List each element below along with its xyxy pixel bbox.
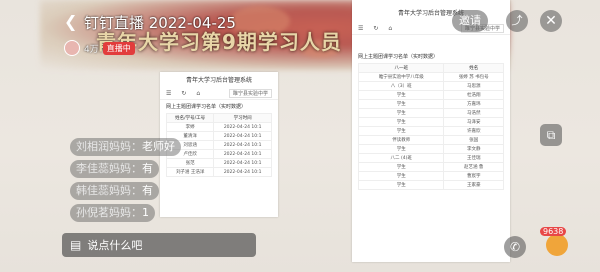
- host-info: 4万 直播中: [64, 40, 135, 56]
- table-cell: 学生: [357, 180, 445, 190]
- table-cell: 2022-04-24 10:1: [213, 149, 272, 159]
- stream-title: 钉钉直播 2022-04-25: [84, 14, 236, 32]
- top-bar: ❮ 钉钉直播 2022-04-25 4万 直播中 邀请 ⤴ ✕: [0, 0, 600, 56]
- chat-message: 韩佳蕊妈妈：有: [70, 182, 159, 200]
- table-cell: 李文静: [443, 144, 504, 154]
- doc-table: 姓名/学号/工号 学习时间 李婷 2022-04-24 10:1 董清洋 2022-0…: [165, 113, 272, 177]
- chevron-left-icon[interactable]: ❮: [64, 12, 77, 31]
- column-header: 学习时间: [213, 113, 272, 123]
- table-cell: 马泽安: [443, 117, 504, 127]
- column-header: 姓名: [443, 63, 504, 73]
- chat-text: 1: [142, 206, 149, 219]
- thumbs-up-icon[interactable]: [546, 234, 568, 256]
- invite-button[interactable]: 邀请: [452, 10, 488, 32]
- table-row: 学生 杜浩翔: [357, 90, 504, 100]
- table-cell: 2022-04-24 10:1: [213, 131, 272, 141]
- comment-input[interactable]: ▤ 说点什么吧: [62, 233, 256, 257]
- doc-title: 青年大学习后台管理系统: [185, 77, 252, 84]
- table-row: 刘思涵 2022-04-24 10:1: [165, 140, 272, 150]
- table-cell: 王家豪: [443, 180, 504, 190]
- chat-message: 李佳蕊妈妈：有: [70, 160, 159, 178]
- table-row: 董清洋 2022-04-24 10:1: [165, 131, 272, 141]
- chat-text: 有: [142, 184, 153, 197]
- table-cell: 学生: [357, 171, 445, 181]
- school-select: 睢宁县实验中学: [228, 88, 272, 98]
- table-row: 八二 (4)班 王佳瑞: [357, 153, 504, 163]
- table-row: 学生 马泽安: [357, 117, 504, 127]
- table-cell: 杜浩翔: [443, 90, 504, 100]
- chat-sender: 韩佳蕊妈妈：: [76, 184, 142, 197]
- doc-toolbar: ☰ ↻ ⌂ 睢宁县实验中学: [160, 87, 278, 100]
- table-cell: 马思源: [443, 81, 504, 91]
- doc-table: 八一班 姓名 睢宁县实验中学八年级 张婷 苏 书包号 八（3）班 马思源 学生 杜浩翔 …: [357, 63, 504, 190]
- table-cell: 赵艺涵 鲁: [443, 162, 504, 172]
- table-cell: 学生: [357, 117, 445, 127]
- like-count: 9638: [540, 227, 567, 236]
- table-row: 刘子涵 王浩洋 2022-04-24 10:1: [165, 167, 272, 177]
- table-cell: 张范: [165, 158, 215, 168]
- table-cell: 王佳瑞: [443, 153, 504, 163]
- column-header: 姓名/学号/工号: [165, 113, 215, 123]
- table-row: 八（3）班 马思源: [357, 81, 504, 91]
- table-row: 学生 马浩然: [357, 108, 504, 118]
- table-row: 学生 赵艺涵 鲁: [357, 162, 504, 172]
- phone-mic-icon[interactable]: ✆: [504, 236, 526, 258]
- table-row: 学生 方嘉玮: [357, 99, 504, 109]
- live-stream-view: 青年大学习后台管理系统 ☰ ↻ ⌂ 睢宁县实验中学 网上主题团课学习名单（实时数…: [0, 0, 600, 272]
- chat-sender: 李佳蕊妈妈：: [76, 162, 142, 175]
- table-row: 卢佳欣 2022-04-24 10:1: [165, 149, 272, 159]
- screen-icon[interactable]: ⧉: [540, 124, 562, 146]
- doc-subtitle: 网上主题团课学习名单（实时数据）: [166, 104, 247, 110]
- table-cell: 学生: [357, 108, 445, 118]
- home-icon: ⌂: [196, 89, 201, 97]
- chat-message: 刘相润妈妈：老师好: [70, 138, 181, 156]
- table-row: 李婷 2022-04-24 10:1: [165, 122, 272, 132]
- table-row: 伴读教师 张国: [357, 135, 504, 145]
- table-cell: 2022-04-24 10:1: [213, 122, 272, 132]
- menu-icon: ☰: [166, 89, 172, 97]
- table-cell: 伴读教师: [357, 135, 445, 145]
- table-cell: 学生: [357, 144, 445, 154]
- table-cell: 八二 (4)班: [357, 153, 445, 163]
- table-row: 张范 2022-04-24 10:1: [165, 158, 272, 168]
- table-cell: 学生: [357, 90, 445, 100]
- table-row: 睢宁县实验中学八年级 张婷 苏 书包号: [357, 72, 504, 82]
- table-cell: 八（3）班: [357, 81, 445, 91]
- table-cell: 方嘉玮: [443, 99, 504, 109]
- live-badge: 直播中: [102, 41, 135, 55]
- table-cell: 睢宁县实验中学八年级: [357, 72, 445, 82]
- table-cell: 2022-04-24 10:1: [213, 140, 272, 150]
- table-cell: 2022-04-24 10:1: [213, 158, 272, 168]
- comment-icon: ▤: [70, 238, 82, 252]
- table-cell: 张国: [443, 135, 504, 145]
- table-cell: 学生: [357, 126, 445, 136]
- table-row: 学生 曹宸宇: [357, 171, 504, 181]
- column-header: 八一班: [357, 63, 445, 73]
- refresh-icon: ↻: [181, 89, 187, 97]
- table-cell: 学生: [357, 99, 445, 109]
- table-row: 学生 李文静: [357, 144, 504, 154]
- chat-sender: 孙倪茗妈妈：: [76, 206, 142, 219]
- table-row: 学生 许嘉欣: [357, 126, 504, 136]
- close-icon[interactable]: ✕: [540, 10, 562, 32]
- comment-placeholder: 说点什么吧: [87, 239, 143, 252]
- table-cell: 马浩然: [443, 108, 504, 118]
- table-cell: 张婷 苏 书包号: [443, 72, 504, 82]
- table-cell: 学生: [357, 162, 445, 172]
- chat-sender: 刘相润妈妈：: [76, 140, 142, 153]
- table-cell: 曹宸宇: [443, 171, 504, 181]
- view-count: 4万: [84, 44, 99, 55]
- chat-message: 孙倪茗妈妈：1: [70, 204, 155, 222]
- table-row: 学生 王家豪: [357, 180, 504, 190]
- share-icon[interactable]: ⤴: [506, 10, 528, 32]
- table-cell: 许嘉欣: [443, 126, 504, 136]
- table-cell: 刘子涵 王浩洋: [165, 167, 215, 177]
- table-cell: 李婷: [165, 122, 215, 132]
- chat-text: 有: [142, 162, 153, 175]
- table-cell: 2022-04-24 10:1: [213, 167, 272, 177]
- chat-text: 老师好: [142, 140, 175, 153]
- avatar[interactable]: [64, 40, 80, 56]
